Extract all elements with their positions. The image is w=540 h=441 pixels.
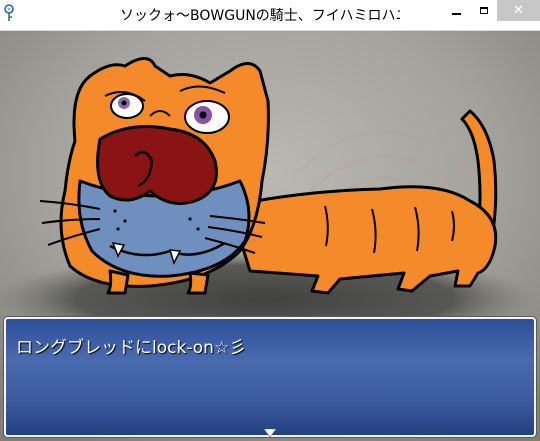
minimize-button[interactable] (443, 0, 470, 21)
window-title: ソックォ～BOWGUNの騎士、フイハミロハニ (120, 8, 400, 24)
battle-scene[interactable]: ロングブレッドにlock-on☆彡 (0, 31, 540, 441)
minimize-icon (452, 12, 461, 15)
maximize-icon (479, 7, 488, 14)
message-window[interactable]: ロングブレッドにlock-on☆彡 (4, 317, 536, 437)
maximize-button[interactable] (470, 0, 497, 21)
app-icon (4, 4, 14, 21)
game-window: ソックォ～BOWGUNの騎士、フイハミロハニ ✕ ロングブレッドにlock-on… (0, 0, 540, 441)
close-icon: ✕ (513, 3, 524, 18)
continue-arrow-icon[interactable] (264, 429, 276, 437)
title-bar[interactable]: ソックォ～BOWGUNの騎士、フイハミロハニ ✕ (0, 0, 540, 31)
battle-message: ロングブレッドにlock-on☆彡 (16, 338, 247, 358)
close-button[interactable]: ✕ (497, 0, 540, 21)
